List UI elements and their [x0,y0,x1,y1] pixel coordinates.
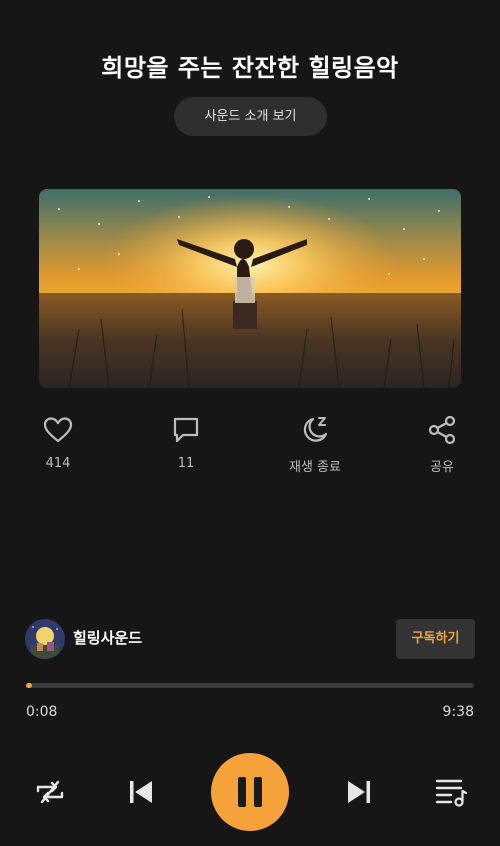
channel-name[interactable]: 힐링사운드 [73,627,142,648]
speech-bubble-icon [170,414,202,446]
channel-row: 힐링사운드 구독하기 [25,617,475,661]
action-bar: 414 11 재생 종료 공유 [0,414,500,484]
skip-previous-icon[interactable] [121,772,161,812]
repeat-icon[interactable] [30,772,70,812]
comment-count: 11 [177,456,195,471]
sleep-timer-label: 재생 종료 [289,460,341,475]
share-label: 공유 [430,460,454,475]
sound-intro-button[interactable]: 사운드 소개 보기 [174,97,327,136]
share-icon [426,414,458,446]
like-button[interactable]: 414 [13,414,103,471]
skip-next-icon[interactable] [339,772,379,812]
playback-controls [0,752,500,832]
progress-fill [26,683,33,688]
like-count: 414 [45,456,71,471]
channel-avatar[interactable] [25,619,65,659]
comment-button[interactable]: 11 [141,414,231,471]
pause-icon [238,777,262,807]
subscribe-button[interactable]: 구독하기 [396,619,475,659]
progress-bar[interactable] [26,683,474,688]
share-button[interactable]: 공유 [397,414,487,475]
total-time: 9:38 [442,704,474,720]
playlist-icon[interactable] [431,772,471,812]
moon-z-icon [299,414,331,446]
track-title: 희망을 주는 잔잔한 힐링음악 [101,54,399,82]
elapsed-time: 0:08 [26,704,58,720]
heart-icon [42,414,74,446]
sleep-timer-button[interactable]: 재생 종료 [270,414,360,475]
pause-button[interactable] [211,753,289,831]
album-artwork [39,189,461,388]
